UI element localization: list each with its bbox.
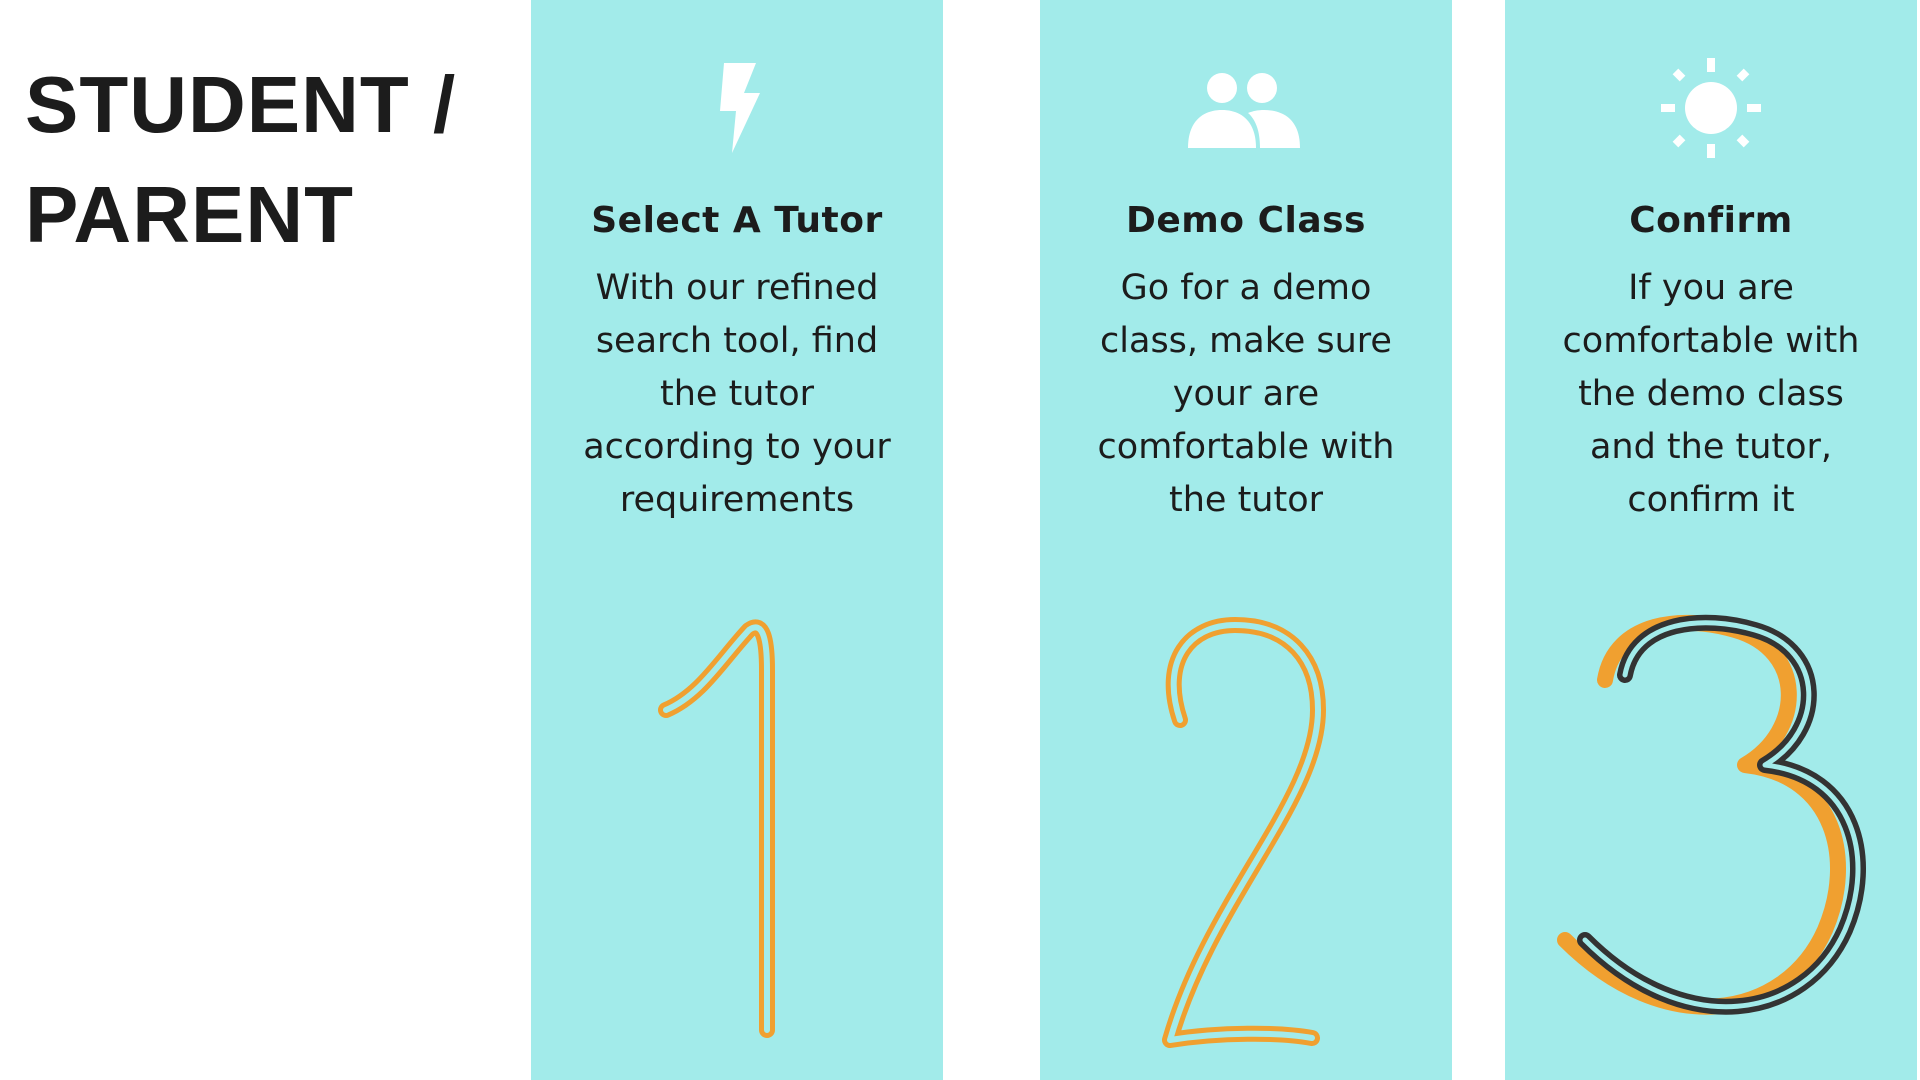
step-card-3: Confirm If you are comfortable with the … — [1505, 0, 1917, 1080]
step-card-1: Select A Tutor With our refined search t… — [531, 0, 943, 1080]
sun-icon — [1505, 57, 1917, 158]
step-description: With our refined search tool, find the t… — [583, 268, 891, 520]
page-title-line1: STUDENT / — [25, 60, 457, 149]
page-title: STUDENT / PARENT — [25, 50, 456, 270]
lightning-icon — [531, 60, 943, 155]
numeral-1-graphic — [658, 619, 775, 1038]
step-title: Demo Class — [1126, 200, 1366, 241]
numeral-2-graphic — [1162, 617, 1326, 1048]
step-title: Confirm — [1629, 200, 1793, 241]
step-title: Select A Tutor — [591, 200, 883, 241]
step-description: If you are comfortable with the demo cla… — [1562, 268, 1860, 520]
step-card-2: Demo Class Go for a demo class, make sur… — [1040, 0, 1452, 1080]
people-icon — [1040, 60, 1452, 155]
step-description: Go for a demo class, make sure your are … — [1097, 268, 1395, 520]
page-title-line2: PARENT — [25, 170, 354, 259]
numeral-3-graphic — [1557, 614, 1866, 1015]
